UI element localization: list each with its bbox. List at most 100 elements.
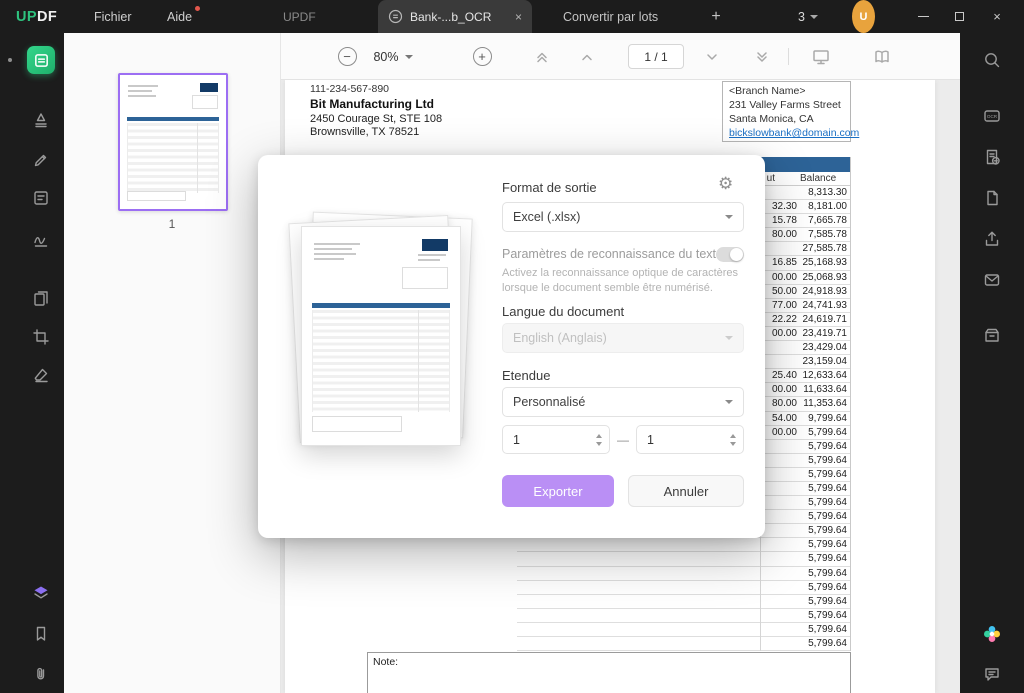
avatar[interactable]: U <box>852 0 875 33</box>
stepper-up-icon[interactable] <box>596 434 602 438</box>
attachment-panel-button[interactable] <box>27 660 55 688</box>
chevron-down-icon <box>405 55 413 59</box>
archive-button[interactable] <box>978 321 1006 349</box>
page-from-value: 1 <box>513 433 520 447</box>
presentation-mode-button[interactable] <box>808 33 834 80</box>
document-icon <box>983 189 1001 207</box>
amount-cell: 80.00 <box>772 229 797 240</box>
organize-pages-button[interactable] <box>27 284 55 312</box>
close-tab-icon[interactable]: × <box>515 10 522 24</box>
minimize-icon <box>918 16 929 18</box>
menu-aide[interactable]: Aide <box>167 0 192 33</box>
edit-pdf-button[interactable] <box>27 146 55 174</box>
table-row: 5,799.64 <box>517 595 850 609</box>
close-window-button[interactable]: × <box>982 0 1012 33</box>
stepper-up-icon[interactable] <box>730 434 736 438</box>
range-select-value: Personnalisé <box>513 395 585 409</box>
page-to-input[interactable]: 1 <box>636 425 744 454</box>
stepper-down-icon[interactable] <box>730 442 736 446</box>
updf-app-window: UPDF Fichier Aide UPDF Bank-...b_OCR × C… <box>0 0 1024 693</box>
panel-collapse-handle[interactable] <box>8 58 12 62</box>
amount-cell: 32.30 <box>772 201 797 212</box>
ocr-button[interactable]: OCR <box>978 102 1006 130</box>
balance-cell: 5,799.64 <box>808 427 847 438</box>
balance-cell: 5,799.64 <box>808 624 847 635</box>
reader-icon <box>33 52 50 69</box>
balance-cell: 24,741.93 <box>803 300 848 311</box>
balance-cell: 11,353.64 <box>803 398 847 409</box>
chevron-up-icon <box>579 49 595 65</box>
page-from-input[interactable]: 1 <box>502 425 610 454</box>
balance-cell: 11,633.64 <box>803 384 847 395</box>
balance-cell: 5,799.64 <box>808 469 847 480</box>
page-from-stepper[interactable] <box>596 426 602 453</box>
page-number-input[interactable]: 1 / 1 <box>628 44 684 69</box>
minus-icon: − <box>343 49 351 64</box>
export-dialog: Format de sortie ⚙ Excel (.xlsx) Paramèt… <box>258 155 765 538</box>
format-select[interactable]: Excel (.xlsx) <box>502 202 744 232</box>
share-upload-icon <box>983 230 1001 248</box>
amount-cell: 15.78 <box>772 215 797 226</box>
toggle-knob <box>730 248 743 261</box>
minimize-button[interactable] <box>908 0 938 33</box>
eraser-icon <box>32 366 50 384</box>
amount-cell: 00.00 <box>772 328 797 339</box>
zoom-level-dropdown[interactable]: 80% <box>367 33 419 80</box>
balance-cell: 27,585.78 <box>803 243 848 254</box>
branch-email-link[interactable]: bickslowbank@domain.com <box>729 126 844 140</box>
zoom-out-button[interactable]: − <box>335 33 359 80</box>
zoom-in-button[interactable]: + <box>470 33 494 80</box>
gear-icon[interactable]: ⚙ <box>718 174 733 194</box>
page-thumbnail-1[interactable] <box>118 73 228 211</box>
reading-mode-button[interactable] <box>869 33 895 80</box>
table-row: 5,799.64 <box>517 581 850 595</box>
tab-batch-convert[interactable]: Convertir par lots <box>563 0 658 33</box>
logo-df: DF <box>37 9 57 25</box>
sign-tool-button[interactable] <box>27 226 55 254</box>
crop-tool-button[interactable] <box>27 323 55 351</box>
bookmark-panel-button[interactable] <box>27 620 55 648</box>
book-icon <box>873 48 891 66</box>
translate-doc-button[interactable] <box>978 184 1006 212</box>
balance-cell: 5,799.64 <box>808 553 847 564</box>
window-title-label: UPDF <box>283 0 316 33</box>
export-button[interactable]: Exporter <box>502 475 614 507</box>
comment-tool-button[interactable] <box>27 106 55 134</box>
new-tab-button[interactable]: + <box>706 0 726 33</box>
chat-bubble-icon <box>983 665 1001 683</box>
ai-assistant-button[interactable] <box>978 620 1006 648</box>
table-row: 5,799.64 <box>517 637 850 651</box>
menu-aide-label: Aide <box>167 10 192 24</box>
cancel-button[interactable]: Annuler <box>628 475 744 507</box>
form-tool-button[interactable] <box>27 184 55 212</box>
first-page-button[interactable] <box>530 33 554 80</box>
range-select[interactable]: Personnalisé <box>502 387 744 417</box>
balance-cell: 5,799.64 <box>808 610 847 621</box>
next-page-button[interactable] <box>700 33 724 80</box>
balance-cell: 5,799.64 <box>808 539 847 550</box>
tab-count-dropdown[interactable]: 3 <box>798 0 818 33</box>
page-to-stepper[interactable] <box>730 426 736 453</box>
amount-header-partial: ut <box>767 173 775 184</box>
layers-panel-button[interactable] <box>27 579 55 607</box>
balance-cell: 5,799.64 <box>808 638 847 649</box>
balance-cell: 25,168.93 <box>803 257 848 268</box>
stepper-down-icon[interactable] <box>596 442 602 446</box>
left-tool-rail <box>0 33 64 693</box>
share-button[interactable] <box>978 225 1006 253</box>
previous-page-button[interactable] <box>575 33 599 80</box>
reader-tool-button[interactable] <box>27 46 55 74</box>
tab-bank-ocr[interactable]: Bank-...b_OCR × <box>378 0 532 33</box>
search-button[interactable] <box>978 46 1006 74</box>
ocr-toggle[interactable] <box>716 247 744 262</box>
search-icon <box>983 51 1001 69</box>
feedback-chat-button[interactable] <box>978 660 1006 688</box>
balance-header: Balance <box>800 173 836 184</box>
menu-fichier[interactable]: Fichier <box>94 0 132 33</box>
redact-tool-button[interactable] <box>27 361 55 389</box>
mail-button[interactable] <box>978 266 1006 294</box>
balance-cell: 5,799.64 <box>808 596 847 607</box>
maximize-button[interactable] <box>944 0 974 33</box>
last-page-button[interactable] <box>750 33 774 80</box>
summarize-button[interactable] <box>978 143 1006 171</box>
